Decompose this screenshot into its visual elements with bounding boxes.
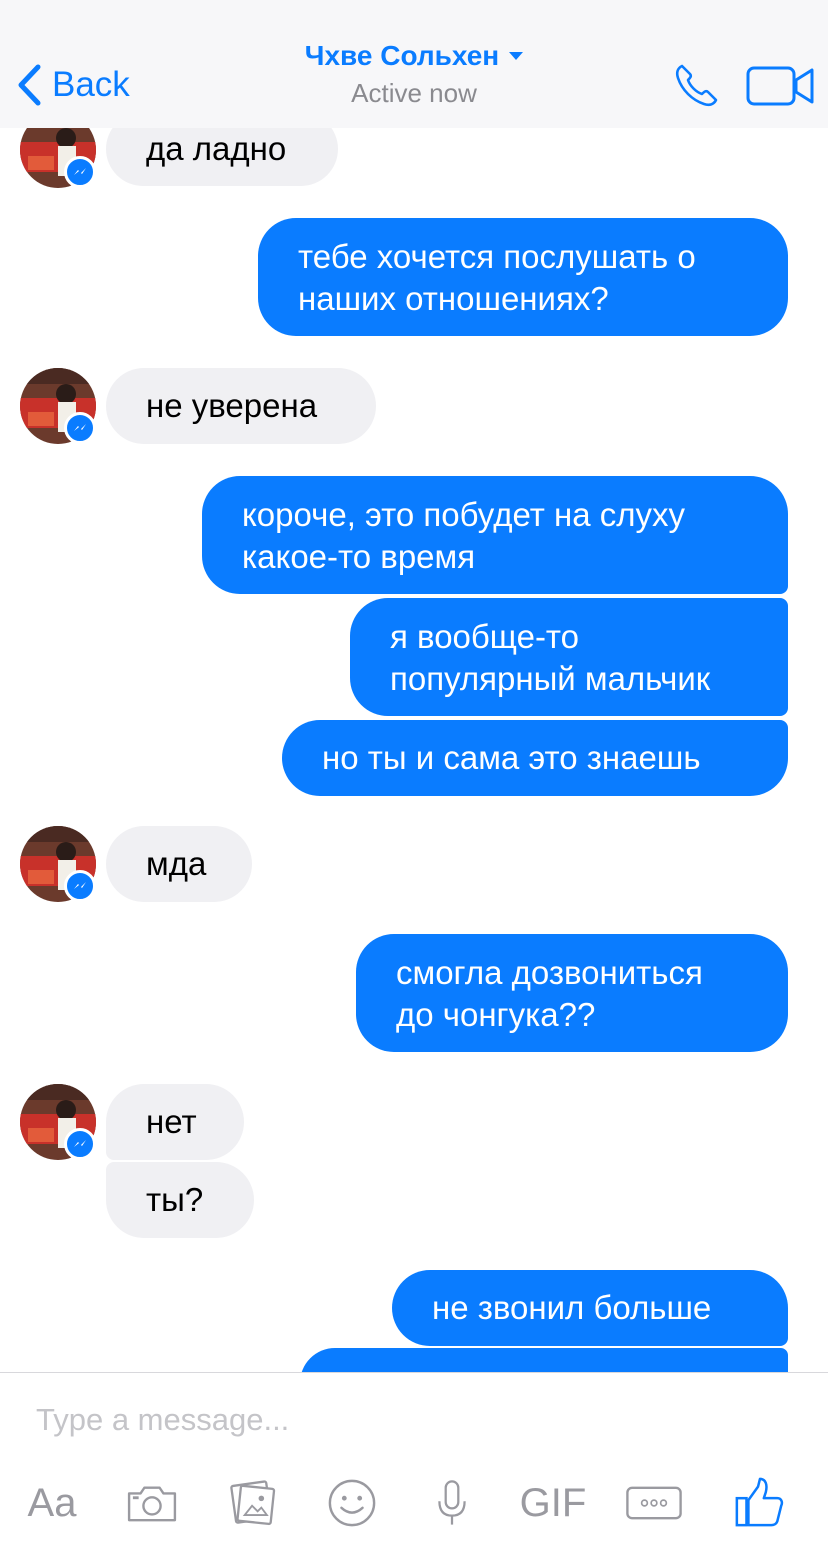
message-input[interactable] xyxy=(36,1395,796,1445)
message-text: я вообще-то популярный мальчик xyxy=(390,618,711,697)
messenger-badge-icon xyxy=(64,156,96,188)
message-text: да ладно xyxy=(146,130,287,167)
microphone-icon xyxy=(438,1480,466,1525)
chat-header: Back Чхве Сольхен Active now xyxy=(0,0,828,128)
thumbs-up-icon xyxy=(735,1477,784,1527)
contact-name: Чхве Сольхен xyxy=(304,40,500,71)
phone-icon xyxy=(675,64,718,107)
message-outgoing[interactable]: смогла дозвониться до чонгука?? xyxy=(356,934,788,1052)
like-button[interactable] xyxy=(732,1473,786,1533)
gif-label: GIF xyxy=(519,1480,587,1525)
message-outgoing[interactable]: но ты и сама это знаешь xyxy=(282,720,788,796)
messenger-badge-icon xyxy=(64,1128,96,1160)
message-outgoing[interactable]: не звонил больше xyxy=(392,1270,788,1346)
chevron-left-icon xyxy=(18,64,41,106)
message-outgoing[interactable]: короче, это побудет на слуху какое-то вр… xyxy=(202,476,788,594)
message-outgoing[interactable]: я вообще-то популярный мальчик xyxy=(350,598,788,716)
message-text: но ты и сама это знаешь xyxy=(322,739,701,776)
back-button[interactable]: Back xyxy=(16,60,130,110)
message-text: не звонил больше xyxy=(432,1289,712,1326)
back-label: Back xyxy=(52,65,130,104)
message-text: ты? xyxy=(146,1181,204,1218)
message-text: не уверена xyxy=(146,387,318,424)
more-options-button[interactable] xyxy=(624,1473,684,1533)
chevron-down-icon xyxy=(509,52,524,60)
video-camera-icon xyxy=(746,66,814,106)
camera-icon xyxy=(127,1486,177,1522)
photo-gallery-button[interactable] xyxy=(226,1473,280,1533)
emoji-button[interactable] xyxy=(326,1473,378,1533)
messenger-badge-icon xyxy=(64,870,96,902)
message-incoming[interactable]: нет xyxy=(106,1084,244,1160)
more-icon xyxy=(626,1486,682,1520)
message-composer: Aa GIF xyxy=(0,1372,828,1550)
phone-call-button[interactable] xyxy=(672,62,720,110)
message-outgoing[interactable]: тебе хочется послушать о наших отношения… xyxy=(258,218,788,336)
conversation-title[interactable]: Чхве Сольхен Active now xyxy=(214,40,614,109)
smiley-icon xyxy=(328,1479,376,1527)
message-text: короче, это побудет на слуху какое-то вр… xyxy=(242,496,686,575)
message-text: тебе хочется послушать о наших отношения… xyxy=(298,238,696,317)
message-text: мда xyxy=(146,845,207,882)
photo-icon xyxy=(230,1480,276,1526)
text-format-button[interactable]: Aa xyxy=(22,1473,82,1533)
message-outgoing-partial[interactable] xyxy=(300,1348,788,1372)
camera-button[interactable] xyxy=(124,1473,180,1533)
messenger-badge-icon xyxy=(64,412,96,444)
presence-status: Active now xyxy=(351,78,477,108)
message-incoming[interactable]: не уверена xyxy=(106,368,376,444)
voice-message-button[interactable] xyxy=(432,1473,472,1533)
message-incoming[interactable]: мда xyxy=(106,826,252,902)
message-text: смогла дозвониться до чонгука?? xyxy=(396,954,703,1033)
text-format-label: Aa xyxy=(27,1480,77,1525)
message-incoming[interactable]: ты? xyxy=(106,1162,254,1238)
gif-button[interactable]: GIF xyxy=(519,1473,587,1533)
message-text: нет xyxy=(146,1103,197,1140)
video-call-button[interactable] xyxy=(746,64,814,108)
message-thread[interactable]: да ладно тебе хочется послушать о наших … xyxy=(0,0,828,1372)
